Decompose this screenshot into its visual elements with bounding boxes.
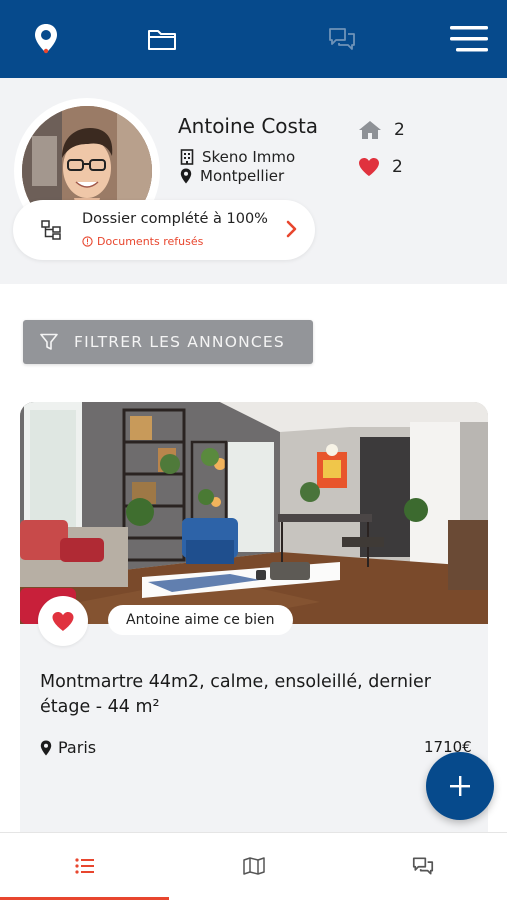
location-pin-icon bbox=[33, 23, 59, 55]
map-icon bbox=[243, 857, 265, 875]
profile-section: Antoine Costa Skeno Immo Montpellier 2 2 bbox=[0, 78, 507, 284]
location-pin-icon bbox=[40, 740, 52, 756]
listing-city: Paris bbox=[58, 738, 96, 757]
chevron-right-icon bbox=[286, 220, 298, 238]
menu-button[interactable] bbox=[446, 0, 492, 78]
user-name: Antoine Costa bbox=[178, 114, 318, 138]
menu-icon bbox=[450, 24, 488, 54]
dossier-title: Dossier complété à 100% bbox=[82, 211, 268, 227]
plus-icon bbox=[449, 775, 471, 797]
heart-icon bbox=[358, 157, 380, 177]
bottom-nav bbox=[0, 832, 507, 900]
agency-line: Skeno Immo bbox=[180, 148, 295, 166]
like-label-pill: Antoine aime ce bien bbox=[108, 605, 293, 635]
filter-label: FILTRER LES ANNONCES bbox=[74, 333, 285, 351]
like-button[interactable] bbox=[38, 596, 88, 646]
dossier-status-button[interactable]: Dossier complété à 100% Documents refusé… bbox=[13, 200, 315, 260]
chat-icon bbox=[412, 856, 434, 876]
filter-icon bbox=[40, 333, 58, 351]
likes-count: 2 bbox=[392, 157, 403, 177]
listing-location: Paris bbox=[40, 738, 96, 757]
filter-listings-button[interactable]: FILTRER LES ANNONCES bbox=[23, 320, 313, 364]
tab-chat[interactable] bbox=[338, 833, 507, 899]
likes-stat: 2 bbox=[358, 157, 403, 177]
heart-icon bbox=[51, 611, 75, 632]
location-pin-icon bbox=[180, 168, 192, 184]
listing-title[interactable]: Montmartre 44m2, calme, ensoleillé, dern… bbox=[40, 670, 460, 720]
homes-count: 2 bbox=[394, 120, 405, 140]
city-line: Montpellier bbox=[180, 167, 284, 185]
top-bar bbox=[0, 0, 507, 78]
tab-list[interactable] bbox=[0, 833, 169, 899]
list-icon bbox=[75, 858, 95, 874]
alert-circle-icon bbox=[82, 236, 93, 247]
location-pin-button[interactable] bbox=[26, 0, 66, 78]
folder-button[interactable] bbox=[142, 0, 182, 78]
listings-content[interactable]: FILTRER LES ANNONCES bbox=[0, 284, 507, 832]
user-city: Montpellier bbox=[200, 167, 284, 185]
add-button[interactable] bbox=[426, 752, 494, 820]
agency-name: Skeno Immo bbox=[202, 148, 295, 166]
dossier-warning-text: Documents refusés bbox=[97, 235, 203, 248]
building-icon bbox=[180, 149, 194, 165]
dossier-warning: Documents refusés bbox=[82, 235, 203, 248]
homes-stat: 2 bbox=[358, 120, 405, 140]
chat-icon bbox=[328, 26, 356, 52]
tab-map[interactable] bbox=[169, 833, 338, 899]
listing-photo[interactable] bbox=[20, 402, 488, 624]
hierarchy-icon bbox=[41, 220, 61, 240]
chat-button[interactable] bbox=[322, 0, 362, 78]
folder-icon bbox=[147, 27, 177, 51]
listing-card[interactable]: Antoine aime ce bien Montmartre 44m2, ca… bbox=[20, 402, 488, 832]
home-icon bbox=[358, 120, 382, 140]
